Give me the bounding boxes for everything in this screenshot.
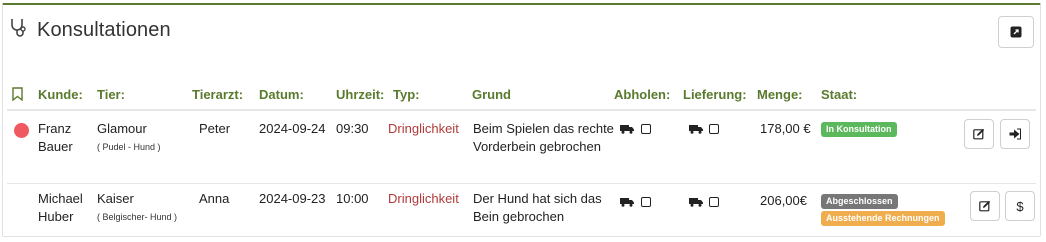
consultations-panel: Konsultationen Kunde: Tier: Tierarzt: Da…: [2, 3, 1041, 237]
uhrzeit-value: 09:30: [336, 121, 369, 136]
status-badge: Abgeschlossen: [821, 194, 898, 209]
payment-button[interactable]: $: [1005, 191, 1035, 221]
panel-title: Konsultationen: [37, 19, 171, 41]
menge-value: 178,00 €: [760, 121, 811, 136]
truck-icon: [620, 198, 634, 207]
external-link-icon: [1010, 26, 1022, 38]
column-header-abholen[interactable]: Abholen:: [614, 87, 670, 102]
tierarzt-name: Peter: [199, 121, 231, 136]
dollar-icon: $: [1016, 198, 1024, 214]
tier-name: Glamour: [97, 121, 147, 136]
status-badge: In Konsultation: [821, 122, 897, 137]
edit-icon: [979, 200, 991, 212]
column-header-kunde[interactable]: Kunde:: [38, 87, 83, 102]
column-header-typ[interactable]: Typ:: [393, 87, 419, 102]
edit-button[interactable]: [970, 191, 1000, 221]
datum-value: 2024-09-23: [259, 191, 326, 206]
stethoscope-icon: [11, 19, 26, 37]
edit-button[interactable]: [964, 119, 994, 149]
tier-info: ( Pudel - Hund ): [97, 142, 161, 152]
lieferung-checkbox[interactable]: [709, 124, 719, 134]
header-divider: [7, 109, 1036, 111]
column-header-tier[interactable]: Tier:: [97, 87, 125, 102]
edit-icon: [973, 128, 985, 140]
truck-icon: [689, 198, 703, 207]
tierarzt-name: Anna: [199, 191, 230, 206]
grund-line-1: Beim Spielen das rechte: [473, 121, 614, 136]
typ-value: Dringlichkeit: [388, 191, 459, 206]
export-button[interactable]: [998, 16, 1034, 48]
menge-value: 206,00€: [760, 193, 807, 208]
column-header-menge[interactable]: Menge:: [757, 87, 803, 102]
grund-line-2: Vorderbein gebrochen: [473, 139, 601, 154]
abholen-checkbox[interactable]: [641, 124, 651, 134]
kunde-last-name: Huber: [38, 209, 74, 224]
column-header-datum[interactable]: Datum:: [259, 87, 304, 102]
grund-line-2: Bein gebrochen: [473, 209, 565, 224]
column-header-tierarzt[interactable]: Tierarzt:: [192, 87, 243, 102]
row-divider: [7, 183, 1036, 184]
abholen-checkbox[interactable]: [641, 197, 651, 207]
typ-value: Dringlichkeit: [388, 121, 459, 136]
sign-in-icon: [1009, 128, 1021, 140]
check-in-button[interactable]: [1000, 119, 1030, 149]
bookmark-icon[interactable]: [12, 87, 23, 101]
invoice-badge: Ausstehende Rechnungen: [821, 211, 945, 226]
datum-value: 2024-09-24: [259, 121, 326, 136]
kunde-first-name: Michael: [38, 191, 83, 206]
column-header-lieferung[interactable]: Lieferung:: [683, 87, 747, 102]
kunde-last-name: Bauer: [38, 139, 73, 154]
grund-line-1: Der Hund hat sich das: [473, 191, 602, 206]
kunde-first-name: Franz: [38, 121, 72, 136]
truck-icon: [689, 125, 703, 134]
tier-name: Kaiser: [97, 191, 134, 206]
tier-info: ( Belgischer- Hund ): [97, 212, 178, 222]
uhrzeit-value: 10:00: [336, 191, 369, 206]
column-header-grund[interactable]: Grund: [472, 87, 511, 102]
status-dot: [14, 123, 29, 138]
column-header-staat[interactable]: Staat:: [821, 87, 857, 102]
truck-icon: [620, 125, 634, 134]
lieferung-checkbox[interactable]: [709, 197, 719, 207]
column-header-uhrzeit[interactable]: Uhrzeit:: [336, 87, 384, 102]
